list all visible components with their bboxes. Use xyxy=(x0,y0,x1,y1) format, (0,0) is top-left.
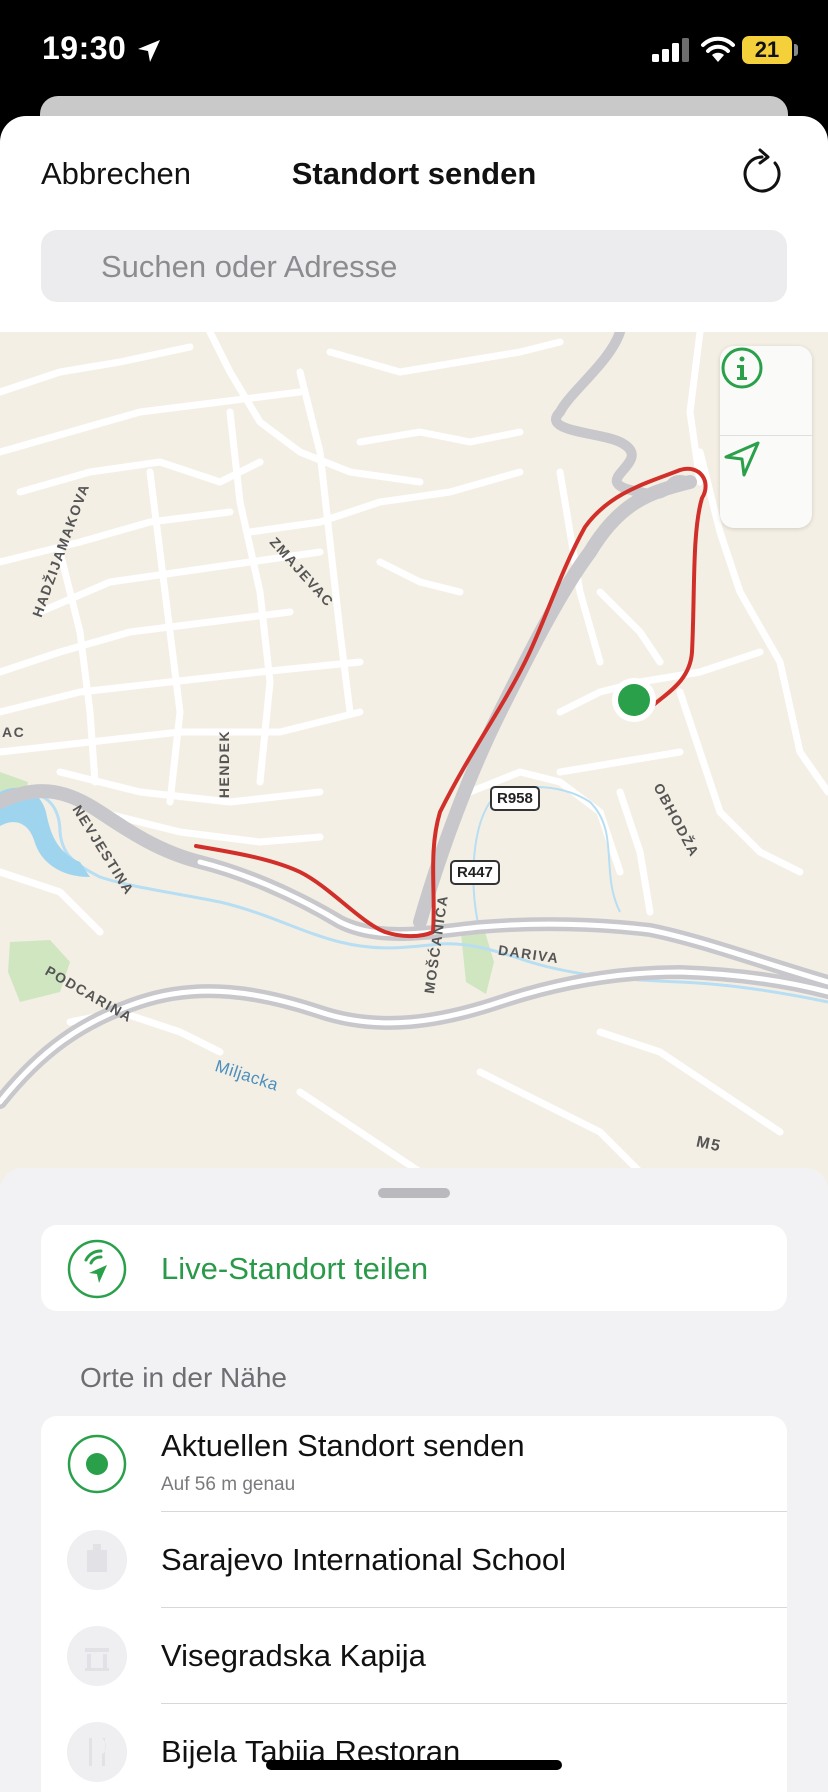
status-bar: 19:30 21 xyxy=(0,0,828,100)
restaurant-icon xyxy=(67,1722,127,1782)
page-title: Standort senden xyxy=(291,156,537,191)
current-location-icon xyxy=(67,1434,127,1494)
navigation-bar: Abbrechen Standort senden xyxy=(0,116,828,231)
battery-icon: 21 xyxy=(742,36,792,64)
street-label: HENDEK xyxy=(216,729,233,799)
live-location-button[interactable]: Live-Standort teilen xyxy=(41,1225,787,1311)
search-placeholder: Suchen oder Adresse xyxy=(101,249,398,284)
live-location-label: Live-Standort teilen xyxy=(161,1251,429,1286)
school-icon xyxy=(67,1530,127,1590)
battery-tip xyxy=(794,44,798,56)
map-canvas xyxy=(0,332,828,1176)
list-item-title: Visegradska Kapija xyxy=(161,1638,426,1673)
refresh-icon[interactable] xyxy=(738,146,788,198)
list-item-title: Sarajevo International School xyxy=(161,1542,566,1577)
list-item-title: Aktuellen Standort senden xyxy=(161,1428,525,1463)
info-button[interactable] xyxy=(720,346,812,436)
search-field[interactable]: Suchen oder Adresse xyxy=(41,230,787,302)
bottom-panel: Live-Standort teilen Orte in der Nähe Ak… xyxy=(0,1168,828,1792)
section-title: Orte in der Nähe xyxy=(80,1362,287,1393)
home-indicator[interactable] xyxy=(266,1760,562,1770)
signal-icon xyxy=(652,38,689,62)
list-item-current-location[interactable]: Aktuellen Standort senden Auf 56 m genau xyxy=(41,1416,787,1512)
info-icon xyxy=(721,347,763,389)
list-item-subtitle: Auf 56 m genau xyxy=(161,1474,296,1495)
live-location-icon xyxy=(67,1239,127,1299)
nearby-places-list: Aktuellen Standort senden Auf 56 m genau… xyxy=(41,1416,787,1792)
status-time: 19:30 xyxy=(42,30,127,66)
map-controls xyxy=(720,346,812,528)
road-shield: R958 xyxy=(490,786,540,811)
road-shield: R447 xyxy=(450,860,500,885)
landmark-icon xyxy=(67,1626,127,1686)
location-arrow-icon xyxy=(138,40,160,62)
location-icon xyxy=(724,441,760,477)
my-location-button[interactable] xyxy=(720,437,812,527)
street-label: AC xyxy=(2,724,26,740)
list-item-place[interactable]: Sarajevo International School xyxy=(41,1512,787,1608)
list-item-place[interactable]: Bijela Tabija Restoran xyxy=(41,1704,787,1792)
wifi-icon xyxy=(701,36,735,62)
sheet-grabber[interactable] xyxy=(378,1188,450,1198)
map-view[interactable]: HADŽIJAMAKOVA ZMAJEVAC AC HENDEK NEVJEST… xyxy=(0,332,828,1192)
list-item-place[interactable]: Visegradska Kapija xyxy=(41,1608,787,1704)
